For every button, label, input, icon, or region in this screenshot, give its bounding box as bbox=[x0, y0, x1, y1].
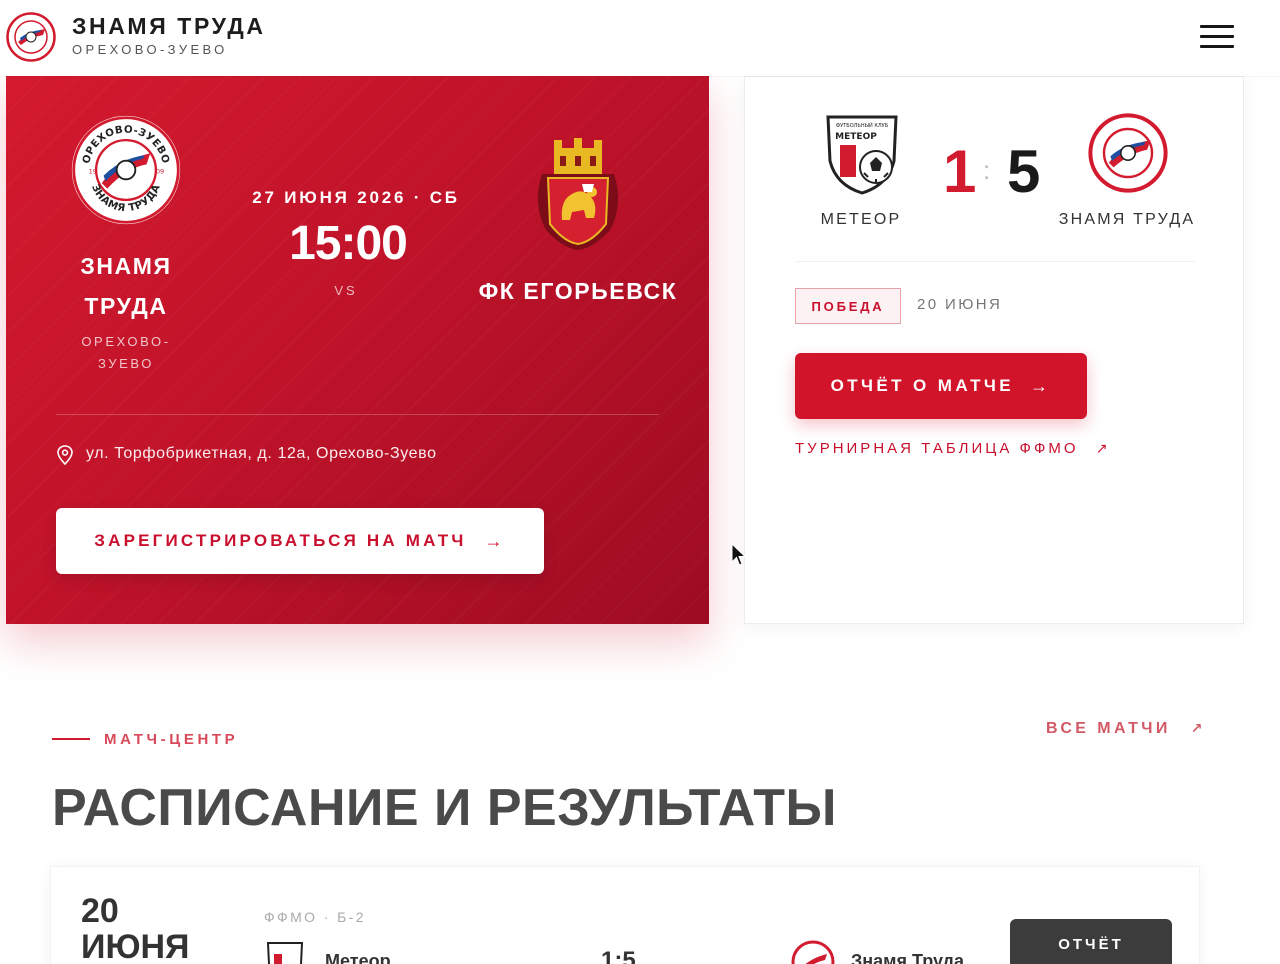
match-time: 15:00 bbox=[289, 217, 408, 270]
all-matches-link[interactable]: ВСЕ МАТЧИ ↗ bbox=[1046, 720, 1206, 738]
home-team-name: ЗНАМЯ ТРУДА bbox=[80, 253, 172, 319]
last-result-card: ФУТБОЛЬНЫЙ КЛУБ METEOP МЕТЕОР 1 : 5 ЗНАМ… bbox=[744, 76, 1244, 624]
znamya-truda-logo-icon: ОРЕХОВО-ЗУЕВО ЗНАМЯ ТРУДА 19 09 bbox=[71, 115, 181, 225]
meteor-logo-name-text: METEOP bbox=[835, 132, 877, 142]
section-label: МАТЧ-ЦЕНТР bbox=[104, 731, 239, 748]
arrow-up-right-icon: ↗ bbox=[1095, 440, 1111, 456]
result-date: 20 ИЮНЯ bbox=[917, 296, 1003, 313]
match-row-score: 1:5 bbox=[601, 947, 636, 964]
register-button-label: ЗАРЕГИСТРИРОВАТЬСЯ НА МАТЧ bbox=[94, 531, 467, 550]
znamya-truda-row-logo-icon bbox=[791, 940, 835, 964]
club-logo-icon[interactable] bbox=[6, 12, 56, 62]
result-divider bbox=[795, 261, 1195, 262]
all-matches-label: ВСЕ МАТЧИ bbox=[1046, 720, 1171, 737]
result-home-name: МЕТЕОР bbox=[820, 211, 902, 228]
meteor-logo-icon: ФУТБОЛЬНЫЙ КЛУБ METEOP bbox=[826, 115, 898, 195]
match-row-league: ФФМО · Б-2 bbox=[264, 909, 366, 925]
match-row-home-name: Метеор bbox=[325, 951, 391, 964]
score-separator: : bbox=[983, 155, 991, 185]
stadium-address: ул. Торфобрикетная, д. 12а, Орехово-Зуев… bbox=[86, 445, 437, 462]
final-score: 1 : 5 bbox=[943, 137, 1047, 207]
logo-year-left: 19 bbox=[89, 168, 97, 176]
match-report-button[interactable]: ОТЧЁТ О МАТЧЕ → bbox=[795, 353, 1087, 419]
league-table-link[interactable]: ТУРНИРНАЯ ТАБЛИЦА ФФМО ↗ bbox=[795, 440, 1110, 457]
mouse-cursor-icon bbox=[731, 543, 747, 566]
arrow-right-icon: → bbox=[484, 530, 506, 551]
menu-hamburger-icon[interactable] bbox=[1200, 25, 1236, 49]
next-match-card: ОРЕХОВО-ЗУЕВО ЗНАМЯ ТРУДА 19 09 ЗНАМЯ ТР… bbox=[6, 76, 709, 624]
fk-egorievsk-crest-icon bbox=[537, 138, 619, 250]
logo-year-right: 09 bbox=[156, 168, 164, 176]
score-home: 1 bbox=[943, 138, 977, 205]
match-row-report-button[interactable]: ОТЧЁТ bbox=[1010, 919, 1172, 964]
match-row-day: 20 bbox=[81, 892, 119, 930]
home-team-city: ОРЕХОВО-ЗУЕВО bbox=[81, 334, 171, 371]
znamya-truda-small-logo-icon bbox=[1088, 113, 1168, 193]
result-away-name: ЗНАМЯ ТРУДА bbox=[1058, 211, 1196, 228]
result-status-badge: ПОБЕДА bbox=[795, 288, 901, 324]
meteor-logo-top-text: ФУТБОЛЬНЫЙ КЛУБ bbox=[836, 122, 889, 129]
site-header: ЗНАМЯ ТРУДА ОРЕХОВО-ЗУЕВО bbox=[0, 0, 1280, 76]
brand-title[interactable]: ЗНАМЯ ТРУДА bbox=[72, 13, 266, 40]
arrow-right-icon: → bbox=[1030, 375, 1052, 396]
location-pin-icon bbox=[57, 445, 73, 465]
match-report-label: ОТЧЁТ О МАТЧЕ bbox=[830, 376, 1015, 395]
meteor-small-logo-icon bbox=[266, 942, 304, 964]
league-table-label: ТУРНИРНАЯ ТАБЛИЦА ФФМО bbox=[795, 440, 1079, 457]
card-divider bbox=[56, 414, 659, 415]
arrow-up-right-icon: ↗ bbox=[1190, 720, 1206, 736]
score-away: 5 bbox=[1007, 138, 1041, 205]
match-vs: VS bbox=[334, 283, 358, 298]
match-row: 20 ИЮНЯ ФФМО · Б-2 Метеор 1:5 Знамя Труд… bbox=[50, 866, 1200, 964]
match-date: 27 ИЮНЯ 2026 · СБ bbox=[252, 188, 460, 207]
brand-subtitle: ОРЕХОВО-ЗУЕВО bbox=[72, 42, 228, 57]
match-row-away-name: Знамя Труда bbox=[851, 951, 965, 964]
register-match-button[interactable]: ЗАРЕГИСТРИРОВАТЬСЯ НА МАТЧ → bbox=[56, 508, 544, 574]
match-row-month: ИЮНЯ bbox=[81, 928, 190, 964]
section-label-line bbox=[52, 738, 90, 740]
away-team-name: ФК ЕГОРЬЕВСК bbox=[478, 278, 678, 304]
section-title: РАСПИСАНИЕ И РЕЗУЛЬТАТЫ bbox=[52, 779, 837, 837]
match-row-date: 20 ИЮНЯ bbox=[81, 893, 190, 964]
